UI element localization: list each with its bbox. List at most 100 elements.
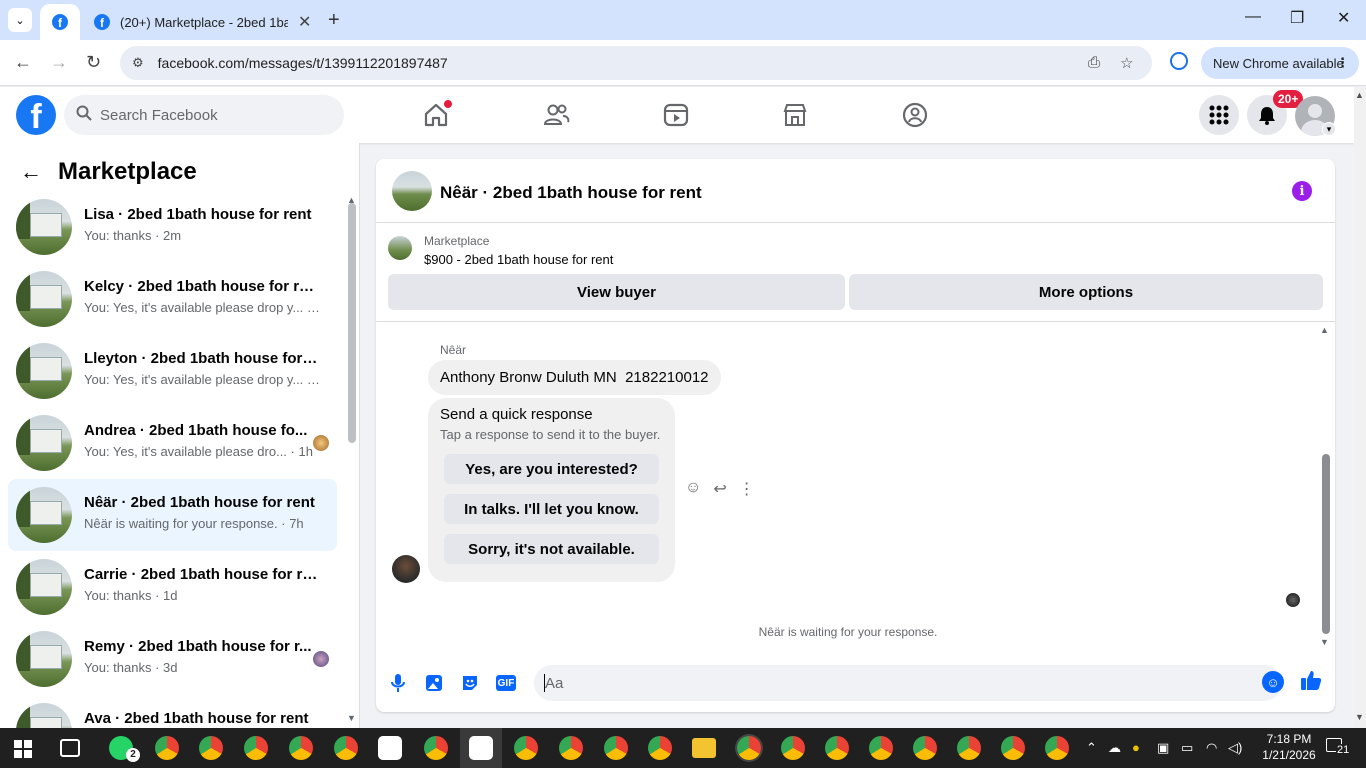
wifi-icon[interactable]: ◠ [1206,740,1217,756]
chrome-profile-app-icon[interactable] [604,736,628,760]
gif-icon[interactable]: GIF [496,675,516,691]
conversation-item[interactable]: Carrie · 2bed 1bath house for rent You: … [8,551,337,623]
quick-response-unavailable-button[interactable]: Sorry, it's not available. [444,534,659,564]
scroll-down-arrow[interactable]: ▼ [1320,637,1329,647]
task-view-icon[interactable] [60,739,80,757]
view-buyer-button[interactable]: View buyer [388,274,845,310]
install-app-icon[interactable]: ⎙ [1088,54,1100,71]
reply-icon[interactable]: ↩ [713,479,726,499]
forward-arrow-icon[interactable]: → [50,52,68,73]
listing-banner: Marketplace $900 - 2bed 1bath house for … [376,224,1335,322]
camera-icon[interactable]: ▣ [1157,740,1169,756]
scroll-down-arrow[interactable]: ▼ [1355,712,1364,722]
menu-grid-button[interactable] [1199,95,1239,135]
message-composer: GIF Aa ☺ [376,659,1335,712]
chrome-profile-app-icon[interactable] [155,736,179,760]
info-icon[interactable]: i [1292,181,1312,201]
battery-icon[interactable]: ▭ [1181,740,1193,756]
new-chrome-available-button[interactable]: New Chrome available ⋮ [1201,47,1359,79]
chrome-profile-icon[interactable] [1170,52,1188,70]
back-arrow-icon[interactable]: ← [14,52,32,73]
chat-title[interactable]: Nêär · 2bed 1bath house for rent [440,183,702,203]
tab-search-button[interactable]: ⌄ [8,8,32,32]
chrome-profile-app-icon[interactable] [289,736,313,760]
chrome-profile-app-icon[interactable] [825,736,849,760]
sidebar-scrollbar[interactable] [348,203,356,443]
photo-icon[interactable] [424,673,444,693]
chat-scrollbar[interactable] [1322,454,1330,634]
react-emoji-icon[interactable]: ☺ [685,479,701,499]
chrome-profile-app-icon[interactable] [424,736,448,760]
conversation-item[interactable]: Lleyton · 2bed 1bath house for r... You:… [8,335,337,407]
home-notification-dot [444,100,452,108]
address-bar[interactable]: ⚙ facebook.com/messages/t/13991122018974… [120,46,1152,80]
conversation-item[interactable]: Lisa · 2bed 1bath house for rent You: th… [8,191,337,263]
chrome-profile-app-icon[interactable] [559,736,583,760]
chevron-down-icon[interactable]: ▾ [1322,122,1336,136]
reload-icon[interactable]: ↻ [86,52,101,73]
new-tab-button[interactable]: + [328,9,340,32]
friends-icon[interactable] [542,101,570,129]
chrome-profile-app-icon[interactable] [334,736,358,760]
taskbar-clock[interactable]: 7:18 PM 1/21/2026 [1262,731,1316,763]
notification-center-icon[interactable]: 21 [1326,738,1354,758]
site-info-icon[interactable]: ⚙ [132,55,144,71]
microphone-icon[interactable] [388,673,408,693]
capcut-icon[interactable] [469,736,493,760]
minimize-button[interactable]: — [1245,8,1261,26]
tray-chevron-up-icon[interactable]: ⌃ [1086,740,1097,756]
quick-response-talks-button[interactable]: In talks. I'll let you know. [444,494,659,524]
quick-response-yes-button[interactable]: Yes, are you interested? [444,454,659,484]
sender-avatar[interactable] [392,555,420,583]
onedrive-icon[interactable]: ☁ [1108,740,1121,756]
chrome-profile-app-icon[interactable] [1001,736,1025,760]
more-options-button[interactable]: More options [849,274,1323,310]
scroll-up-arrow[interactable]: ▲ [1355,90,1364,100]
listing-price[interactable]: $900 - 2bed 1bath house for rent [424,252,613,267]
back-arrow-icon[interactable]: ← [20,159,42,185]
conversation-item[interactable]: Andrea · 2bed 1bath house fo... You: Yes… [8,407,337,479]
chrome-profile-app-icon[interactable] [514,736,538,760]
more-vertical-icon[interactable]: ⋮ [739,479,755,499]
chrome-profile-app-icon[interactable] [957,736,981,760]
chrome-menu-icon[interactable]: ⋮ [1336,55,1349,71]
conversation-item[interactable]: Ava · 2bed 1bath house for rent [8,695,337,728]
tray-app-icon[interactable]: ● [1132,740,1140,755]
chrome-profile-app-icon[interactable] [199,736,223,760]
bookmark-star-icon[interactable]: ☆ [1120,54,1133,72]
message-input[interactable]: Aa [534,665,1282,701]
thumbs-up-icon[interactable] [1300,669,1322,697]
windows-start-icon[interactable] [14,740,32,758]
message-bubble[interactable]: Anthony Bronw Duluth MN 2182210012 [428,360,721,395]
volume-icon[interactable]: ◁) [1228,740,1242,756]
chrome-profile-app-icon[interactable] [913,736,937,760]
restore-button[interactable]: ❐ [1290,8,1304,28]
close-window-button[interactable]: ✕ [1337,8,1350,28]
conversation-item[interactable]: Remy · 2bed 1bath house for r... You: th… [8,623,337,695]
sticker-icon[interactable] [460,673,480,693]
file-explorer-icon[interactable] [692,738,716,758]
conversation-item[interactable]: Kelcy · 2bed 1bath house for rent You: Y… [8,263,337,335]
scroll-up-arrow[interactable]: ▲ [1320,325,1329,335]
capcut-icon[interactable] [378,736,402,760]
chrome-profile-app-icon[interactable] [737,736,761,760]
facebook-logo[interactable]: f [16,95,56,135]
conversation-item-active[interactable]: Nêär · 2bed 1bath house for rent Nêär is… [8,479,337,551]
chrome-profile-app-icon[interactable] [781,736,805,760]
marketplace-icon[interactable] [781,101,809,129]
chrome-profile-app-icon[interactable] [869,736,893,760]
page-scrollbar[interactable] [1354,87,1366,728]
tab-close-icon[interactable]: ✕ [298,12,311,32]
tab-facebook-pinned[interactable]: f [40,4,80,40]
facebook-search-input[interactable]: Search Facebook [64,95,344,135]
url-text[interactable]: facebook.com/messages/t/1399112201897487 [158,55,448,71]
emoji-icon[interactable]: ☺ [1262,671,1284,693]
scroll-down-arrow[interactable]: ▼ [347,713,356,723]
video-icon[interactable] [662,101,690,129]
chrome-profile-app-icon[interactable] [648,736,672,760]
tab-marketplace[interactable]: f (20+) Marketplace - 2bed 1bath ✕ [84,4,322,40]
groups-icon[interactable] [901,101,929,129]
chrome-app-icon[interactable] [244,736,268,760]
listing-thumbnail[interactable] [392,171,432,211]
chrome-profile-app-icon[interactable] [1045,736,1069,760]
